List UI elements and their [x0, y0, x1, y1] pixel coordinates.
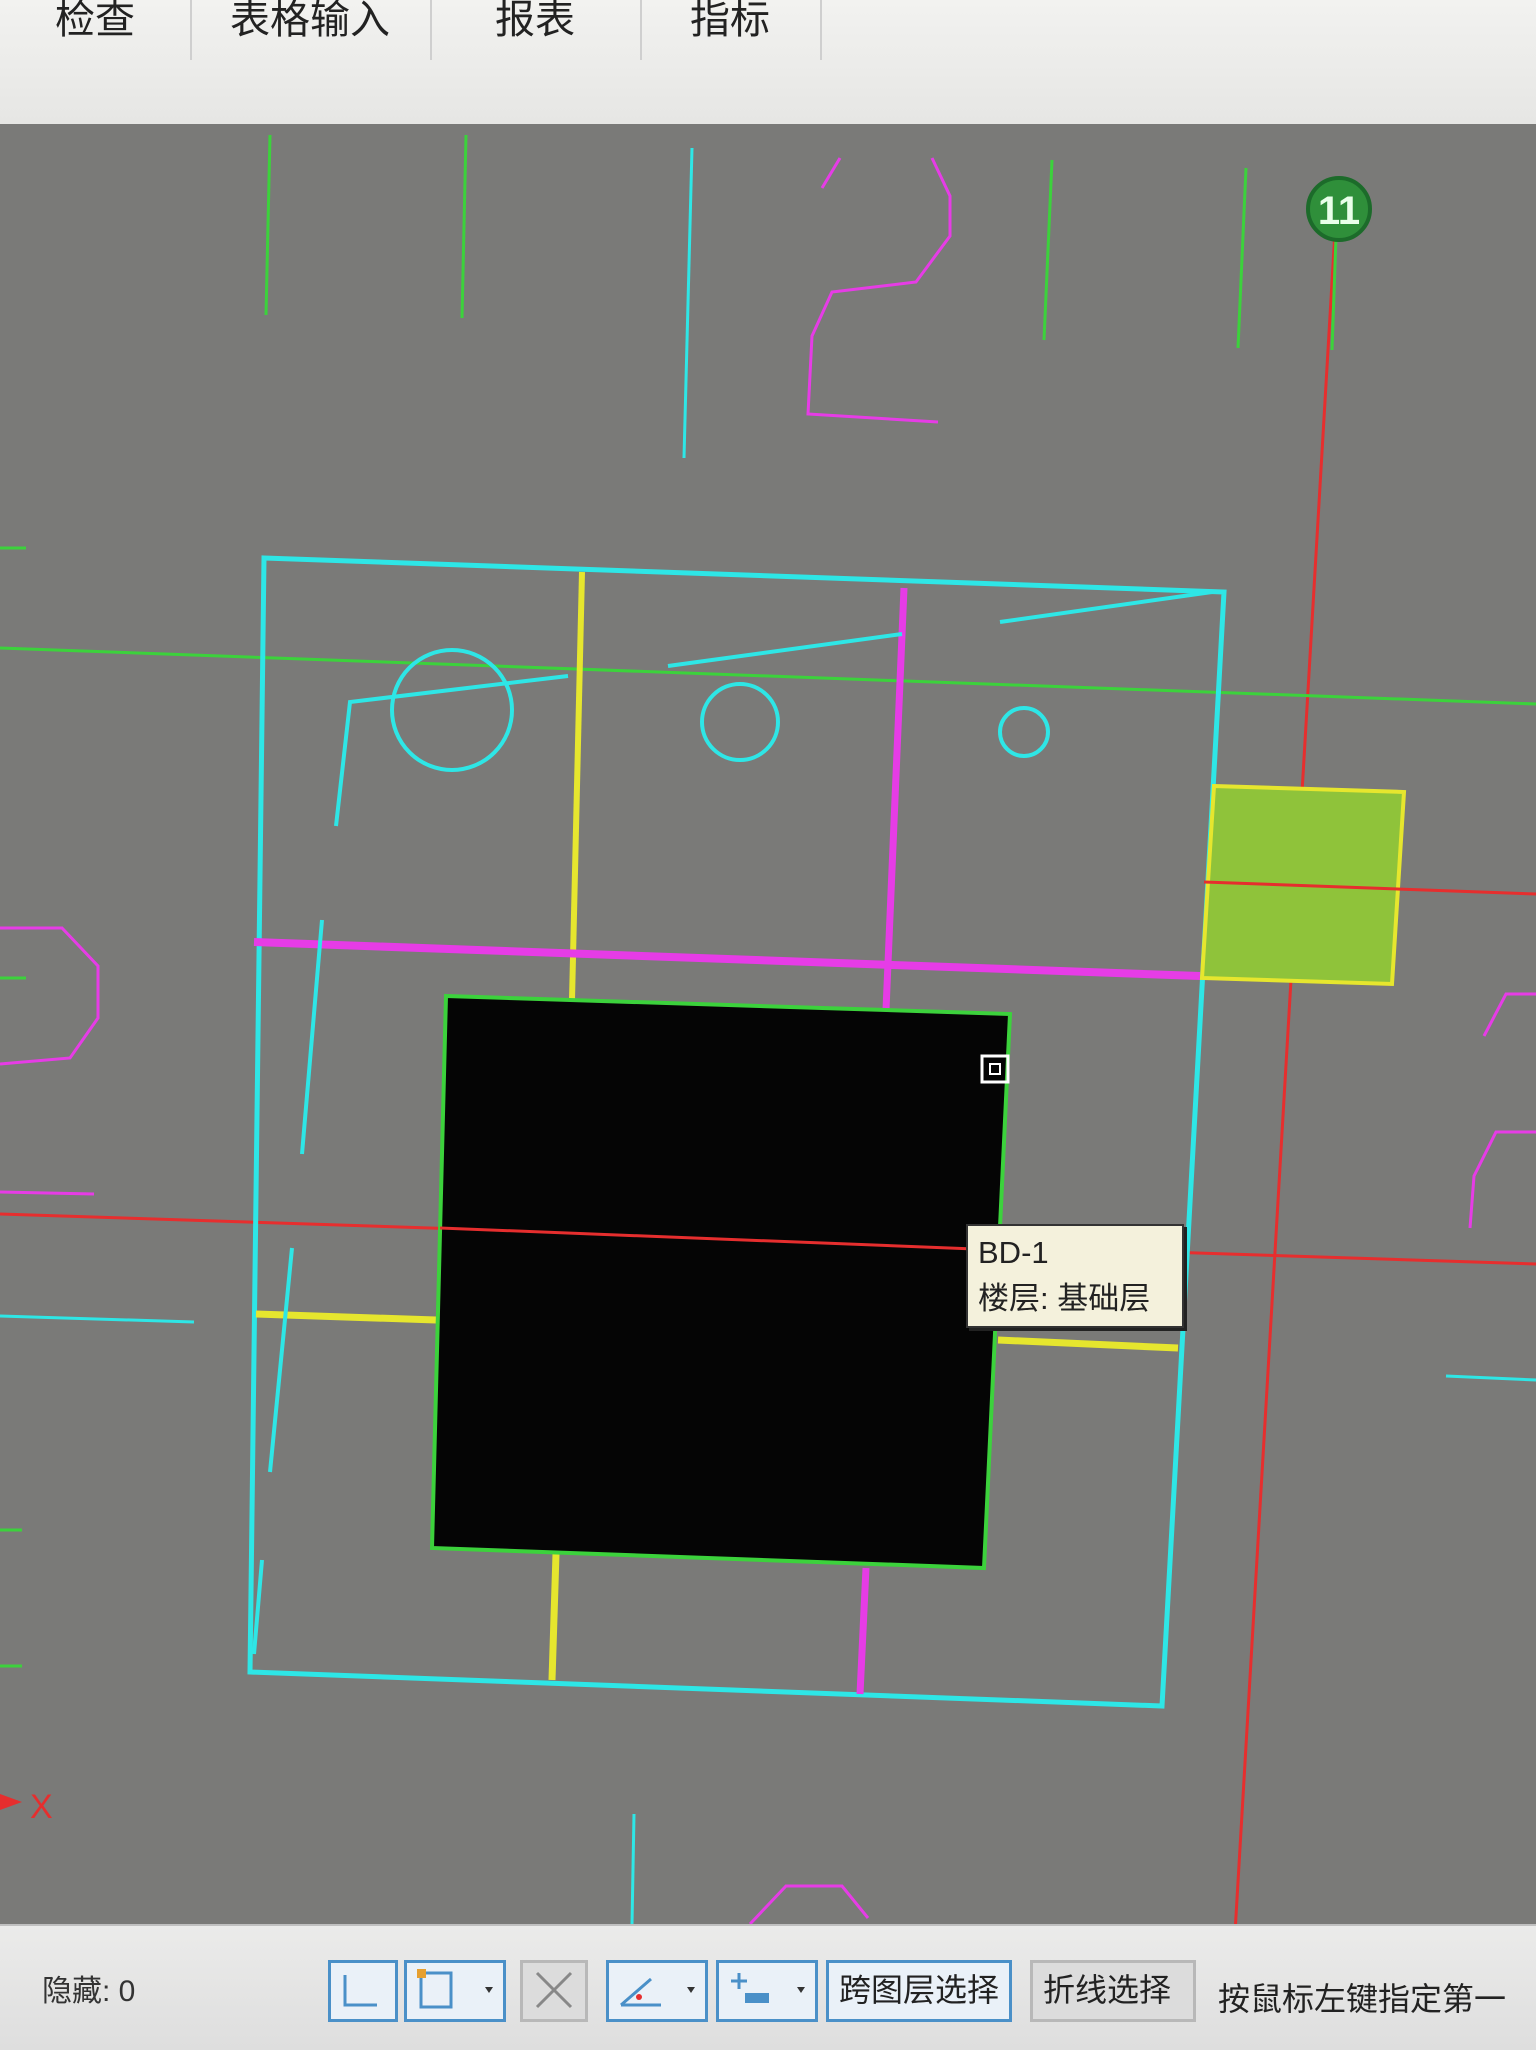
axis-line	[1445, 1374, 1536, 1382]
cross-icon	[535, 1971, 573, 2009]
drawing-canvas[interactable]: X 11 11 BD-1 楼层: 基础层	[0, 124, 1536, 2012]
axis-line	[460, 134, 468, 319]
polyline-select-button[interactable]: 折线选择	[1030, 1960, 1196, 2022]
wall-yellow	[569, 571, 585, 1001]
axis-line	[682, 147, 694, 459]
menu-report[interactable]: 报表	[430, 0, 642, 60]
tooltip-floor: 楼层: 基础层	[978, 1281, 1151, 1316]
axis-line	[0, 1314, 195, 1324]
coordinate-button[interactable]	[716, 1960, 818, 2022]
axis-label-x: X	[30, 1788, 53, 1826]
wall-yellow	[997, 1336, 1179, 1352]
ortho-icon	[343, 1975, 377, 2007]
wall-yellow	[548, 1553, 560, 1681]
pile-circle	[998, 706, 1050, 758]
wall-magenta	[856, 1567, 870, 1695]
axis-line	[264, 134, 272, 316]
snap-icon	[417, 1969, 493, 2009]
axis-arrow	[0, 1794, 22, 1810]
axis-line	[1236, 167, 1248, 349]
grid-line-11	[1234, 179, 1340, 1924]
status-bar: 隐藏: 0 跨图层选择 折线选择 按鼠标左键指定第一	[0, 1924, 1536, 2050]
cross-layer-select-button[interactable]: 跨图层选择	[826, 1960, 1012, 2022]
menu-indicator[interactable]: 指标	[640, 0, 822, 60]
axis-line	[1042, 159, 1054, 341]
wall-magenta	[253, 938, 1201, 980]
coordinate-icon	[731, 1973, 805, 2003]
snap-button[interactable]	[404, 1960, 506, 2022]
ortho-button[interactable]	[328, 1960, 398, 2022]
element-tooltip: BD-1 楼层: 基础层	[966, 1224, 1184, 1328]
menu-table-input[interactable]: 表格输入	[190, 0, 432, 60]
delete-button[interactable]	[520, 1960, 588, 2022]
angle-snap-button[interactable]	[606, 1960, 708, 2022]
text-shape-2	[806, 157, 952, 424]
pile-circle	[700, 682, 780, 762]
slab-bd-1-selected	[429, 993, 1013, 1571]
menu-bar: 检查 表格输入 报表 指标	[0, 0, 1536, 125]
wall-magenta	[882, 587, 908, 1011]
tooltip-name: BD-1	[978, 1235, 1049, 1270]
hidden-count: 隐藏: 0	[42, 1975, 136, 2008]
menu-check[interactable]: 检查	[0, 0, 192, 60]
angle-icon	[620, 1977, 695, 2007]
command-prompt: 按鼠标左键指定第一	[1218, 1981, 1507, 2017]
wall-yellow	[255, 1310, 437, 1324]
grid-label-top: 11	[1306, 176, 1372, 242]
pile-circle	[390, 648, 514, 772]
cad-drawing: X	[0, 134, 1536, 1924]
